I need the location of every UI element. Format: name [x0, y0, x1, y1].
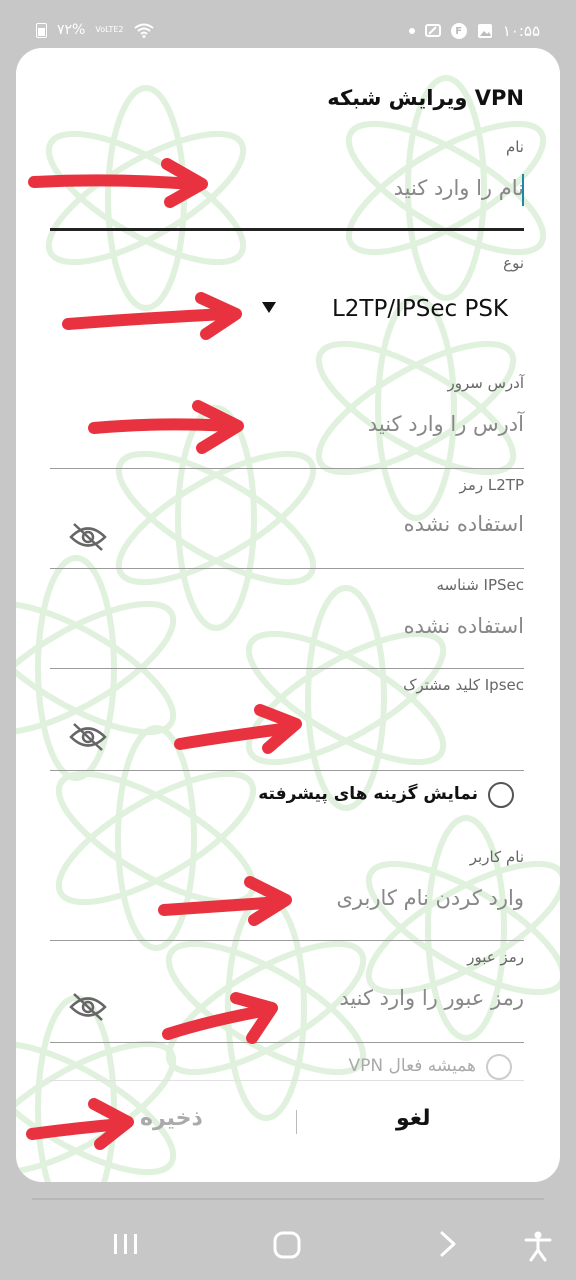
username-label: نام کاربر: [469, 848, 524, 866]
advanced-options-label[interactable]: نمایش گزینه های پیشرفته: [258, 784, 478, 804]
cancel-button[interactable]: لغو: [396, 1106, 430, 1131]
annotation-arrow-icon: [62, 292, 242, 340]
dropdown-triangle-icon[interactable]: [262, 302, 276, 313]
always-on-vpn-label[interactable]: VPN همیشه فعال: [349, 1056, 476, 1076]
status-left: ٧٢% VoLTE2: [36, 22, 154, 38]
name-input[interactable]: نام را وارد کنید: [394, 176, 524, 200]
annotation-arrow-icon: [28, 158, 208, 208]
server-label: آدرس سرور: [447, 374, 524, 392]
name-label: نام: [505, 138, 524, 156]
annotation-arrow-icon: [174, 704, 302, 754]
text-caret: [522, 174, 524, 206]
password-label: رمز عبور: [467, 948, 524, 966]
clock: ۱۰:۵۵: [502, 22, 540, 40]
notification-dot-icon: [408, 28, 415, 34]
app-badge-icon: F: [450, 23, 467, 39]
navigation-bar: [0, 1190, 576, 1280]
scroll-fade-divider: [50, 1080, 524, 1081]
home-icon[interactable]: [272, 1230, 302, 1260]
accessibility-icon[interactable]: [524, 1230, 552, 1262]
back-icon[interactable]: [438, 1230, 458, 1258]
l2tp-secret-label: رمز L2TP: [459, 476, 524, 494]
eye-off-icon[interactable]: [68, 992, 108, 1022]
annotation-arrow-icon: [88, 400, 244, 454]
annotation-arrow-icon: [26, 1098, 134, 1150]
button-separator: [296, 1110, 297, 1134]
ipsec-psk-label: کلید مشترک Ipsec: [403, 676, 524, 694]
eye-off-icon[interactable]: [68, 522, 108, 552]
advanced-options-radio[interactable]: [488, 782, 514, 808]
l2tp-secret-input[interactable]: استفاده نشده: [404, 512, 524, 536]
battery-percent: ٧٢%: [57, 22, 86, 38]
alert-screen-icon: [424, 24, 441, 37]
edit-vpn-dialog: ویرایش شبکه VPN نام نام را وارد کنید نوع…: [16, 48, 560, 1182]
username-input[interactable]: وارد کردن نام کاربری: [336, 886, 524, 910]
username-underline: [50, 940, 524, 941]
save-button[interactable]: ذخیره: [140, 1106, 203, 1131]
type-dropdown[interactable]: L2TP/IPSec PSK: [332, 296, 508, 322]
ipsec-id-label: شناسه IPSec: [436, 576, 524, 594]
name-input-underline: [50, 228, 524, 231]
nav-divider: [32, 1198, 544, 1200]
ipsec-psk-underline: [50, 770, 524, 771]
status-right: F ۱۰:۵۵: [408, 22, 540, 40]
gallery-icon: [477, 24, 492, 38]
annotation-arrow-icon: [158, 876, 292, 926]
always-on-vpn-radio[interactable]: [486, 1054, 512, 1080]
wifi-icon: [133, 23, 154, 38]
recent-apps-icon[interactable]: [112, 1232, 140, 1256]
type-label: نوع: [503, 254, 524, 272]
annotation-arrow-icon: [162, 992, 278, 1044]
ipsec-id-input[interactable]: استفاده نشده: [404, 614, 524, 638]
eye-off-icon[interactable]: [68, 722, 108, 752]
server-input[interactable]: آدرس را وارد کنید: [368, 412, 524, 436]
password-underline: [50, 1042, 524, 1043]
server-input-underline: [50, 468, 524, 469]
battery-icon: [36, 22, 47, 38]
ipsec-id-underline: [50, 668, 524, 669]
l2tp-secret-underline: [50, 568, 524, 569]
dialog-title: ویرایش شبکه VPN: [327, 86, 524, 110]
network-label: VoLTE2: [95, 25, 124, 34]
password-input[interactable]: رمز عبور را وارد کنید: [339, 986, 524, 1010]
